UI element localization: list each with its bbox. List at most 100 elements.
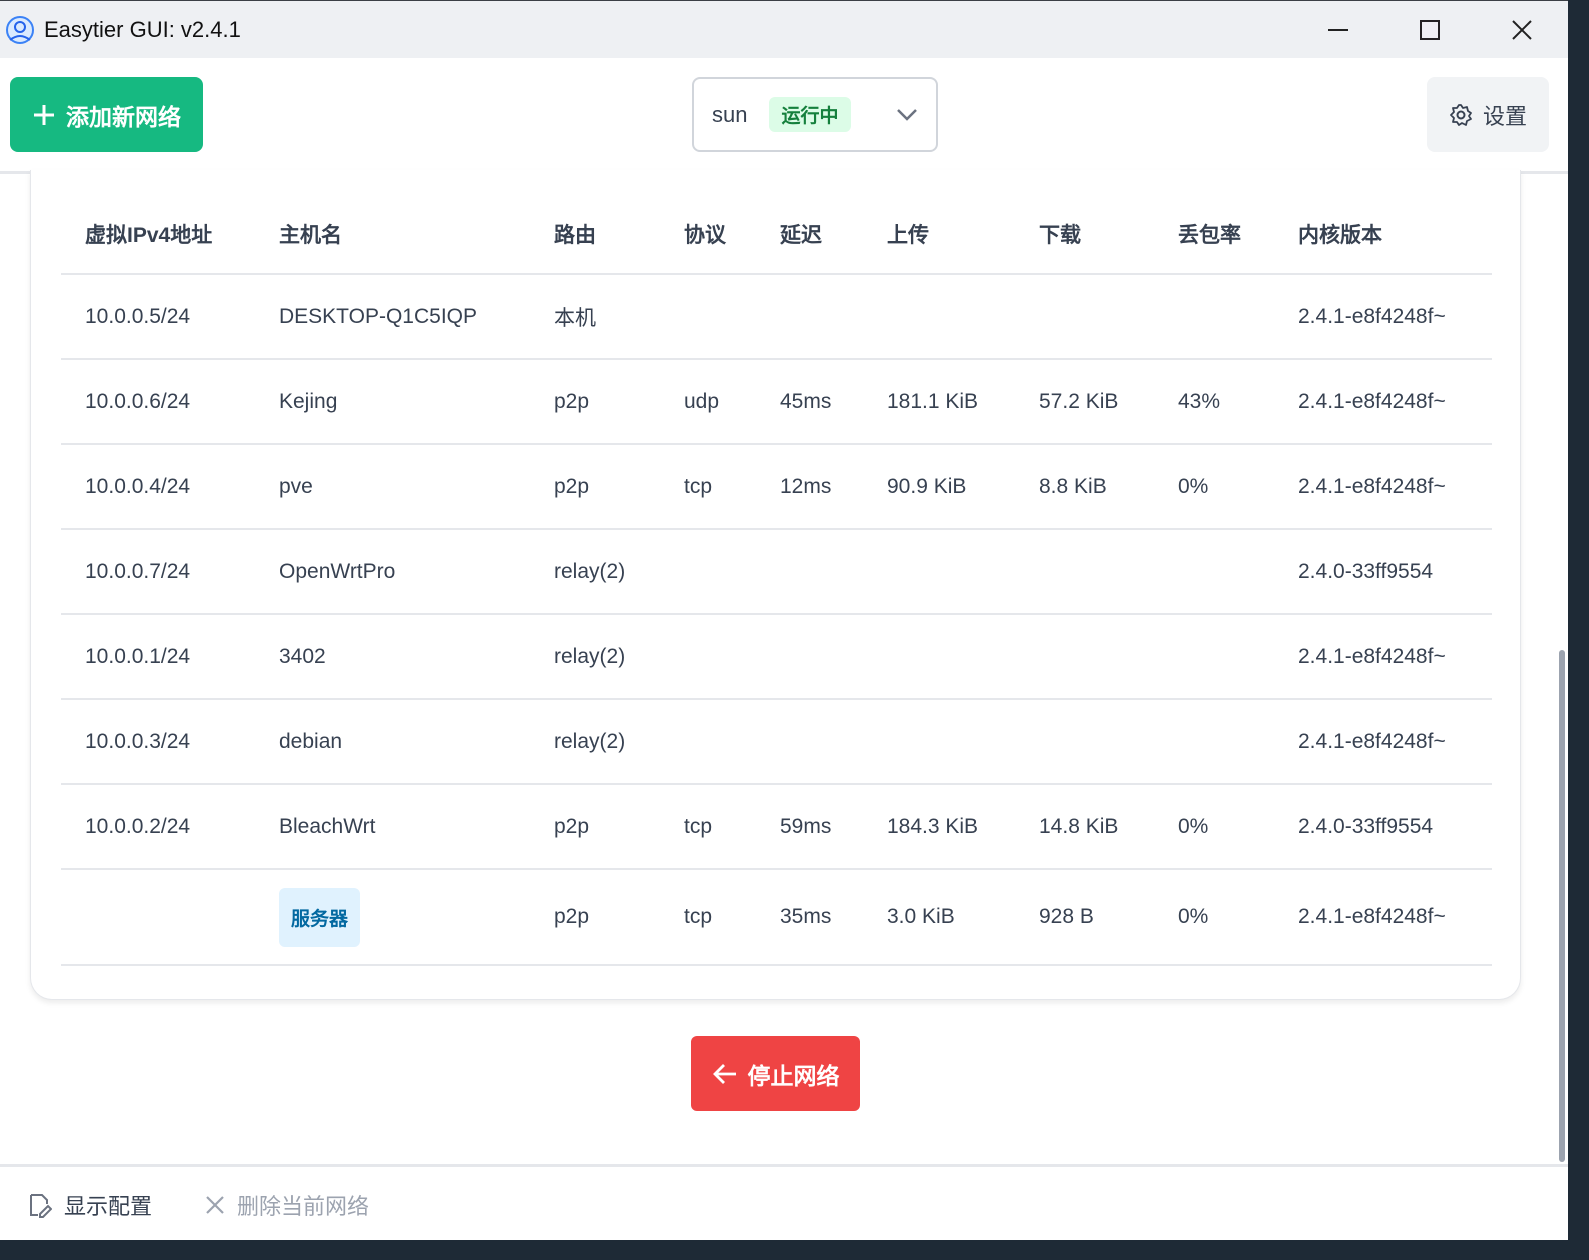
cell-hostname: debian [255,699,530,785]
cell-version: 2.4.1-e8f4248f~ [1274,699,1492,785]
cell-upload [863,274,1015,360]
cell-upload [863,614,1015,700]
col-header-upload[interactable]: 上传 [863,195,1015,275]
status-badge: 运行中 [769,97,851,132]
cell-hostname: 3402 [255,614,530,700]
top-toolbar: 添加新网络 sun 运行中 设置 [0,58,1568,174]
cell-latency: 35ms [756,869,863,966]
cell-upload: 90.9 KiB [863,444,1015,530]
network-select[interactable]: sun 运行中 [692,77,938,152]
col-header-hostname[interactable]: 主机名 [255,195,530,275]
close-button[interactable] [1476,1,1568,59]
cell-version: 2.4.1-e8f4248f~ [1274,359,1492,445]
col-header-download[interactable]: 下载 [1015,195,1154,275]
cell-ip [61,869,255,966]
table-row: 10.0.0.6/24 Kejing p2p udp 45ms 181.1 Ki… [61,359,1492,445]
delete-network-button[interactable]: 删除当前网络 [205,1189,369,1221]
cell-latency [756,274,863,360]
cell-ip: 10.0.0.2/24 [61,784,255,870]
cell-protocol: tcp [660,784,756,870]
cell-ip: 10.0.0.6/24 [61,359,255,445]
stop-network-label: 停止网络 [747,1062,840,1089]
cell-protocol: tcp [660,869,756,966]
stop-network-button[interactable]: 停止网络 [691,1036,860,1111]
add-network-label: 添加新网络 [66,103,181,130]
cell-ip: 10.0.0.5/24 [61,274,255,360]
cell-protocol [660,529,756,615]
cell-upload: 181.1 KiB [863,359,1015,445]
cell-protocol [660,274,756,360]
cell-protocol: tcp [660,444,756,530]
cell-download [1015,529,1154,615]
cell-latency [756,699,863,785]
table-header-row: 虚拟IPv4地址 主机名 路由 协议 延迟 上传 下载 丢包率 内核版本 [61,195,1492,275]
cell-protocol: udp [660,359,756,445]
cell-route: p2p [530,869,660,966]
settings-button[interactable]: 设置 [1427,77,1549,152]
cell-version: 2.4.1-e8f4248f~ [1274,274,1492,360]
cell-route: relay(2) [530,529,660,615]
cell-download: 928 B [1015,869,1154,966]
maximize-icon [1420,20,1440,40]
cell-latency: 12ms [756,444,863,530]
cell-version: 2.4.1-e8f4248f~ [1274,444,1492,530]
window-title: Easytier GUI: v2.4.1 [44,16,241,42]
cell-latency [756,614,863,700]
cell-latency: 45ms [756,359,863,445]
cell-loss [1154,529,1274,615]
cell-upload: 184.3 KiB [863,784,1015,870]
maximize-button[interactable] [1384,1,1476,59]
cell-hostname: 服务器 [255,869,530,966]
cell-loss [1154,274,1274,360]
cell-loss: 0% [1154,869,1274,966]
cell-download: 14.8 KiB [1015,784,1154,870]
network-name: sun [712,101,748,127]
cell-download [1015,274,1154,360]
edit-document-icon [30,1194,52,1218]
cell-version: 2.4.0-33ff9554 [1274,529,1492,615]
cell-latency: 59ms [756,784,863,870]
minimize-icon [1328,29,1348,31]
cell-ip: 10.0.0.7/24 [61,529,255,615]
cell-version: 2.4.1-e8f4248f~ [1274,869,1492,966]
settings-label: 设置 [1482,103,1527,129]
table-row: 10.0.0.2/24 BleachWrt p2p tcp 59ms 184.3… [61,784,1492,870]
col-header-latency[interactable]: 延迟 [756,195,863,275]
cell-route: p2p [530,784,660,870]
cell-route: p2p [530,444,660,530]
cell-hostname: BleachWrt [255,784,530,870]
cell-loss: 0% [1154,784,1274,870]
col-header-route[interactable]: 路由 [530,195,660,275]
cell-upload [863,529,1015,615]
minimize-button[interactable] [1292,1,1384,59]
col-header-protocol[interactable]: 协议 [660,195,756,275]
add-network-button[interactable]: 添加新网络 [10,77,203,152]
table-row: 服务器 p2p tcp 35ms 3.0 KiB 928 B 0% 2.4.1-… [61,869,1492,966]
cell-loss [1154,614,1274,700]
col-header-loss[interactable]: 丢包率 [1154,195,1274,275]
cell-hostname: pve [255,444,530,530]
title-bar: Easytier GUI: v2.4.1 [0,0,1568,58]
show-config-button[interactable]: 显示配置 [26,1189,152,1221]
col-header-version[interactable]: 内核版本 [1274,195,1492,275]
chevron-down-icon [897,109,917,121]
cell-download: 57.2 KiB [1015,359,1154,445]
cell-hostname: OpenWrtPro [255,529,530,615]
scrollbar-thumb[interactable] [1559,650,1565,1162]
easytier-logo-icon [6,15,34,44]
arrow-left-icon [712,1063,736,1084]
scrollbar[interactable] [1557,174,1567,1164]
table-row: 10.0.0.7/24 OpenWrtPro relay(2) 2.4.0-33… [61,529,1492,615]
table-row: 10.0.0.5/24 DESKTOP-Q1C5IQP 本机 2.4.1-e8f… [61,274,1492,360]
cell-route: 本机 [530,274,660,360]
cell-route: p2p [530,359,660,445]
cell-upload [863,699,1015,785]
cell-download [1015,699,1154,785]
cell-ip: 10.0.0.3/24 [61,699,255,785]
server-tag: 服务器 [279,887,361,947]
cell-version: 2.4.0-33ff9554 [1274,784,1492,870]
cell-ip: 10.0.0.4/24 [61,444,255,530]
cell-version: 2.4.1-e8f4248f~ [1274,614,1492,700]
col-header-ip[interactable]: 虚拟IPv4地址 [61,195,255,275]
show-config-label: 显示配置 [64,1194,153,1219]
